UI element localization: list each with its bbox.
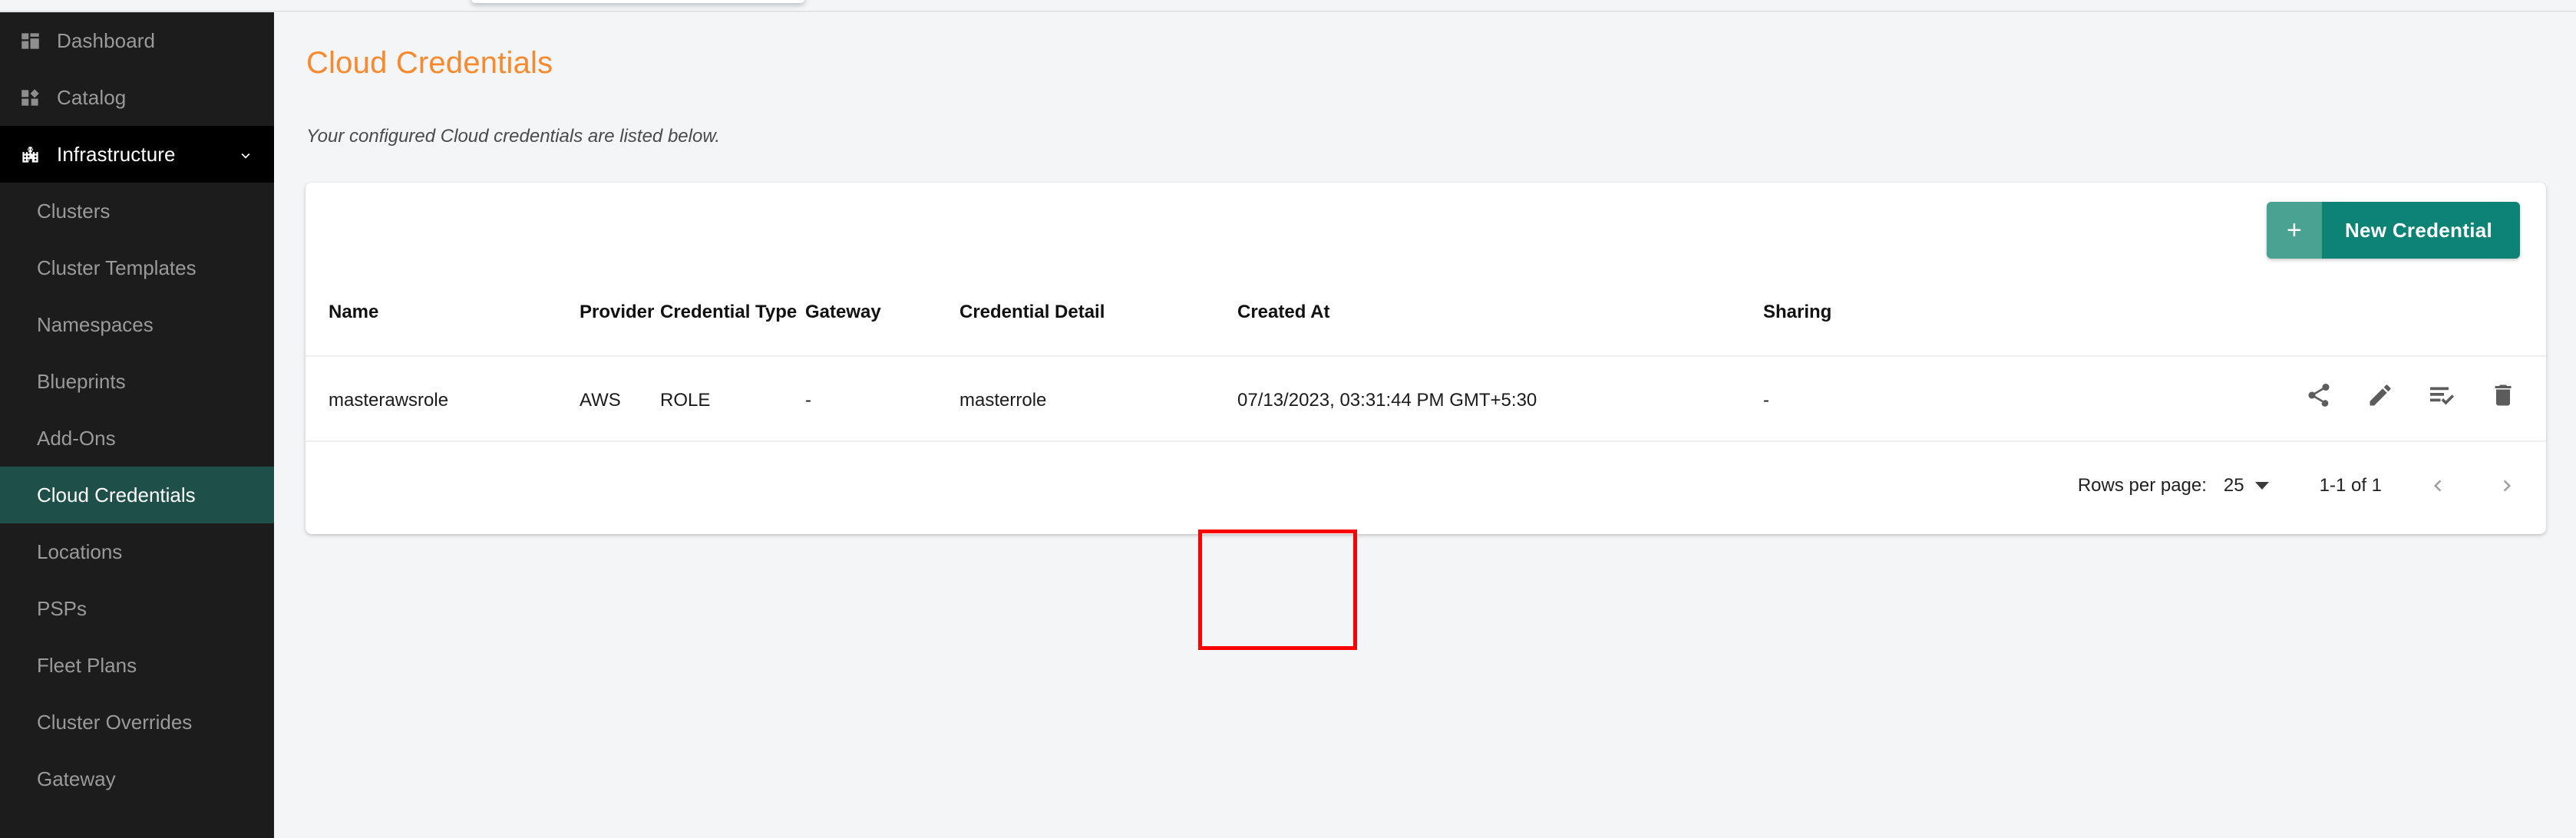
- sidebar-item-namespaces[interactable]: Namespaces: [0, 296, 274, 353]
- sidebar-item-label: Fleet Plans: [37, 653, 137, 677]
- rows-per-page-label: Rows per page:: [2077, 475, 2207, 496]
- sidebar-item-label: Blueprints: [37, 369, 126, 393]
- page-title: Cloud Credentials: [306, 46, 553, 80]
- list-check-icon[interactable]: [2428, 381, 2455, 409]
- sidebar-item-catalog[interactable]: Catalog: [0, 69, 274, 126]
- column-header-gateway: Gateway: [805, 302, 881, 322]
- sidebar-item-label: Cloud Credentials: [37, 483, 196, 506]
- sidebar-item-cluster-overrides[interactable]: Cluster Overrides: [0, 694, 274, 751]
- sidebar-item-label: Namespaces: [37, 312, 154, 336]
- sidebar-item-add-ons[interactable]: Add-Ons: [0, 410, 274, 467]
- sidebar-item-label: Cluster Templates: [37, 256, 197, 279]
- sidebar-item-label: Add-Ons: [37, 426, 116, 450]
- building-icon: [17, 141, 43, 167]
- cell-created-at: 07/13/2023, 03:31:44 PM GMT+5:30: [1237, 390, 1537, 411]
- sidebar-item-gateway[interactable]: Gateway: [0, 751, 274, 807]
- chevron-left-icon: [2434, 480, 2442, 492]
- catalog-grid-icon: [17, 84, 43, 111]
- column-header-name: Name: [329, 302, 379, 322]
- sidebar-item-label: Infrastructure: [57, 143, 176, 166]
- chevron-down-icon: [2254, 482, 2269, 490]
- plus-icon: +: [2266, 202, 2322, 259]
- pagination-range-label: 1-1 of 1: [2319, 475, 2382, 496]
- sidebar-item-clusters[interactable]: Clusters: [0, 183, 274, 239]
- credentials-card: + New Credential Name Provider Credentia…: [305, 183, 2546, 650]
- sidebar-item-label: Catalog: [57, 86, 127, 109]
- column-header-provider: Provider: [580, 302, 655, 322]
- sidebar-item-label: Dashboard: [57, 29, 156, 52]
- delete-trash-icon[interactable]: [2489, 381, 2517, 409]
- cell-gateway: -: [805, 390, 811, 411]
- sidebar-item-fleet-plans[interactable]: Fleet Plans: [0, 637, 274, 694]
- pagination-next-button[interactable]: [2494, 473, 2520, 499]
- cutoff-search-box: [471, 0, 804, 3]
- sidebar-item-label: Gateway: [37, 767, 116, 790]
- chevron-right-icon: [2503, 480, 2511, 492]
- sidebar-item-cloud-credentials[interactable]: Cloud Credentials: [0, 467, 274, 523]
- sidebar-item-dashboard[interactable]: Dashboard: [0, 12, 274, 69]
- column-header-credential-detail: Credential Detail: [959, 302, 1105, 322]
- new-credential-button[interactable]: + New Credential: [2266, 202, 2520, 259]
- credential-detail-highlight: [1198, 530, 1357, 650]
- cell-credential-type: ROLE: [660, 390, 711, 411]
- sidebar-item-cluster-templates[interactable]: Cluster Templates: [0, 239, 274, 296]
- sidebar-item-psps[interactable]: PSPs: [0, 580, 274, 637]
- sidebar-item-label: Locations: [37, 539, 123, 563]
- sidebar: Dashboard Catalog Infrastructure Cluster…: [0, 12, 274, 838]
- app-root: Dashboard Catalog Infrastructure Cluster…: [0, 0, 2576, 838]
- sidebar-item-infrastructure[interactable]: Infrastructure: [0, 126, 274, 183]
- table-row[interactable]: masterawsrole AWS ROLE - masterrole 07/1…: [305, 355, 2546, 650]
- sidebar-item-label: Clusters: [37, 199, 111, 223]
- column-header-created-at: Created At: [1237, 302, 1330, 322]
- page-subtitle: Your configured Cloud credentials are li…: [306, 126, 720, 147]
- top-cutoff-strip: [0, 0, 2576, 12]
- pagination-controls: Rows per page: 25 1-1 of 1: [2078, 467, 2520, 505]
- cell-name: masterawsrole: [329, 390, 449, 411]
- column-header-sharing: Sharing: [1763, 302, 1832, 322]
- sidebar-item-label: Cluster Overrides: [37, 710, 193, 734]
- main-content: Cloud Credentials Your configured Cloud …: [274, 12, 2576, 838]
- column-header-credential-type: Credential Type: [660, 302, 798, 322]
- sidebar-item-blueprints[interactable]: Blueprints: [0, 353, 274, 410]
- dashboard-grid-icon: [17, 28, 43, 54]
- cell-provider: AWS: [580, 390, 621, 411]
- rows-per-page-select[interactable]: 25: [2224, 475, 2269, 497]
- pagination-prev-button[interactable]: [2425, 473, 2451, 499]
- sidebar-item-label: PSPs: [37, 596, 88, 620]
- edit-pencil-icon[interactable]: [2366, 381, 2394, 409]
- sidebar-item-locations[interactable]: Locations: [0, 523, 274, 580]
- rows-per-page-value: 25: [2223, 475, 2244, 496]
- share-icon[interactable]: [2305, 381, 2333, 409]
- chevron-down-icon[interactable]: [237, 146, 254, 163]
- cell-sharing: -: [1763, 390, 1769, 411]
- table-header-row: Name Provider Credential Type Gateway Cr…: [305, 288, 2546, 334]
- new-credential-label: New Credential: [2321, 202, 2520, 259]
- row-actions: [2305, 381, 2517, 409]
- cell-credential-detail: masterrole: [959, 390, 1047, 411]
